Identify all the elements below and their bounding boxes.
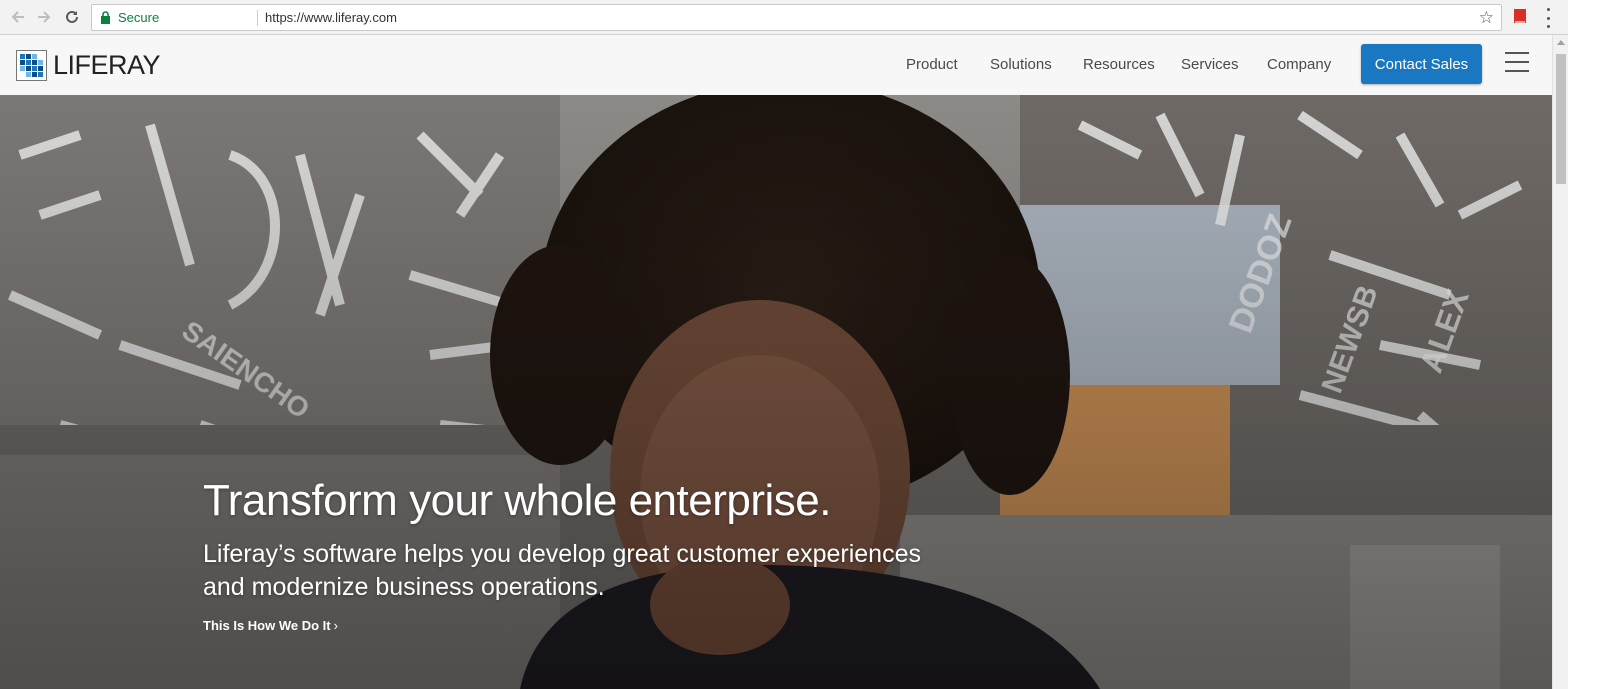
hero-cta-link[interactable]: This Is How We Do It › bbox=[203, 618, 338, 633]
browser-toolbar: Secure https://www.liferay.com ☆ bbox=[0, 0, 1599, 35]
hero-banner: SAIENCHO DODOZ NEWSB ALEX Transform your… bbox=[0, 95, 1552, 689]
reload-icon[interactable] bbox=[62, 7, 82, 27]
page-scrollbar[interactable] bbox=[1552, 35, 1569, 689]
contact-sales-button[interactable]: Contact Sales bbox=[1361, 44, 1482, 84]
site-header: LIFERAY Product Solutions Resources Serv… bbox=[0, 35, 1552, 95]
logo-text: LIFERAY bbox=[53, 49, 161, 80]
star-icon[interactable]: ☆ bbox=[1479, 8, 1494, 28]
hero-subtitle: Liferay’s software helps you develop gre… bbox=[203, 540, 921, 601]
nav-product[interactable]: Product bbox=[906, 56, 958, 73]
logo[interactable]: LIFERAY bbox=[16, 48, 161, 82]
forward-icon[interactable] bbox=[34, 7, 54, 27]
menu-icon[interactable] bbox=[1545, 8, 1551, 28]
address-bar[interactable]: Secure https://www.liferay.com ☆ bbox=[91, 4, 1502, 31]
hamburger-menu-icon[interactable] bbox=[1505, 52, 1529, 72]
lock-icon bbox=[100, 11, 111, 29]
scroll-up-icon[interactable] bbox=[1557, 40, 1565, 45]
nav-solutions[interactable]: Solutions bbox=[990, 56, 1052, 73]
chevron-right-icon: › bbox=[333, 618, 338, 633]
address-separator bbox=[257, 10, 258, 26]
hero-cta-label: This Is How We Do It bbox=[203, 618, 331, 633]
nav-resources[interactable]: Resources bbox=[1083, 56, 1155, 73]
url-text[interactable]: https://www.liferay.com bbox=[265, 10, 397, 25]
extension-icon[interactable] bbox=[1514, 9, 1526, 25]
secure-label: Secure bbox=[118, 10, 160, 25]
back-icon[interactable] bbox=[8, 7, 28, 27]
hero-title: Transform your whole enterprise. bbox=[203, 476, 831, 525]
nav-company[interactable]: Company bbox=[1267, 56, 1331, 73]
window-edge bbox=[1568, 0, 1599, 689]
logo-mark-icon bbox=[16, 49, 47, 81]
scrollbar-thumb[interactable] bbox=[1556, 54, 1566, 184]
nav-services[interactable]: Services bbox=[1181, 56, 1239, 73]
